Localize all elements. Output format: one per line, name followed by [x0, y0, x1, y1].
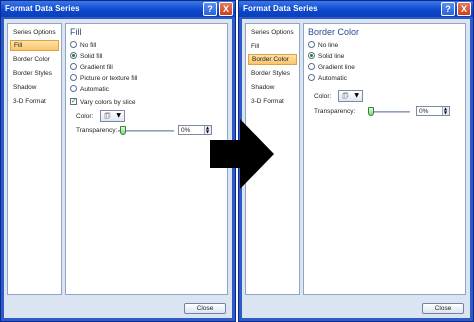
radio-icon	[70, 85, 77, 92]
radio-icon	[70, 41, 77, 48]
vary-colors-checkbox[interactable]: Vary colors by slice	[70, 97, 136, 107]
transparency-slider-thumb[interactable]	[120, 126, 126, 135]
transparency-slider-thumb[interactable]	[368, 107, 374, 116]
picture-texture-fill-radio[interactable]: Picture or texture fill	[70, 74, 137, 83]
nav-item-border-color[interactable]: Border Color	[10, 54, 59, 65]
checkbox-checked-icon	[70, 97, 77, 106]
close-window-button[interactable]: X	[219, 2, 233, 16]
paint-bucket-icon: 🗊	[104, 112, 111, 120]
nav-item-series-options[interactable]: Series Options	[10, 27, 59, 38]
radio-icon	[308, 41, 315, 48]
dialog-body: Series Options Fill Border Color Border …	[4, 19, 232, 318]
close-button[interactable]: Close	[184, 303, 226, 314]
radio-selected-icon	[308, 52, 315, 59]
automatic-radio[interactable]: Automatic	[70, 85, 109, 94]
nav-item-fill[interactable]: Fill	[248, 41, 297, 52]
gradient-fill-radio[interactable]: Gradient fill	[70, 63, 113, 72]
spin-down-icon[interactable]: ▼	[444, 111, 447, 115]
spin-buttons[interactable]: ▲ ▼	[442, 107, 449, 115]
no-fill-radio[interactable]: No fill	[70, 41, 96, 50]
category-list: Series Options Fill Border Color Border …	[7, 23, 62, 295]
transparency-label: Transparency:	[76, 127, 118, 134]
solid-fill-radio[interactable]: Solid fill	[70, 52, 102, 61]
nav-item-3d-format[interactable]: 3-D Format	[10, 96, 59, 107]
radio-icon	[308, 74, 315, 81]
color-label: Color:	[76, 113, 94, 120]
spin-down-icon[interactable]: ▼	[206, 130, 209, 134]
help-button[interactable]: ?	[441, 2, 455, 16]
nav-item-series-options[interactable]: Series Options	[248, 27, 297, 38]
close-button[interactable]: Close	[422, 303, 464, 314]
close-window-button[interactable]: X	[457, 2, 471, 16]
nav-item-shadow[interactable]: Shadow	[248, 82, 297, 93]
title-bar[interactable]: Format Data Series ? X	[239, 1, 473, 17]
color-label: Color:	[314, 93, 332, 100]
pane-heading: Fill	[70, 27, 82, 37]
right-arrow-icon	[210, 119, 274, 189]
help-button[interactable]: ?	[203, 2, 217, 16]
automatic-radio[interactable]: Automatic	[308, 74, 347, 83]
pane-heading: Border Color	[308, 27, 360, 37]
transparency-value: 0%	[419, 108, 429, 115]
nav-item-shadow[interactable]: Shadow	[10, 82, 59, 93]
nav-item-3d-format[interactable]: 3-D Format	[248, 96, 297, 107]
dialog-title: Format Data Series	[5, 4, 80, 13]
format-data-series-dialog-fill: Format Data Series ? X Series Options Fi…	[0, 0, 236, 322]
transparency-slider[interactable]	[370, 111, 410, 113]
transparency-value: 0%	[181, 127, 191, 134]
solid-line-radio[interactable]: Solid line	[308, 52, 344, 61]
dialog-title: Format Data Series	[243, 4, 318, 13]
color-picker-button[interactable]: 🗊 ▼	[338, 90, 363, 102]
radio-icon	[70, 63, 77, 70]
dialog-body: Series Options Fill Border Color Border …	[242, 19, 470, 318]
radio-icon	[308, 63, 315, 70]
transparency-spinner[interactable]: 0% ▲ ▼	[416, 106, 450, 116]
paint-bucket-icon: 🗊	[342, 92, 349, 100]
nav-item-fill[interactable]: Fill	[10, 40, 59, 51]
nav-item-border-styles[interactable]: Border Styles	[248, 68, 297, 79]
nav-item-border-color[interactable]: Border Color	[248, 54, 297, 65]
title-bar[interactable]: Format Data Series ? X	[1, 1, 235, 17]
transparency-label: Transparency:	[314, 108, 356, 115]
gradient-line-radio[interactable]: Gradient line	[308, 63, 355, 72]
border-color-pane: Border Color No line Solid line Gradient…	[303, 23, 466, 295]
no-line-radio[interactable]: No line	[308, 41, 338, 50]
fill-pane: Fill No fill Solid fill Gradient fill Pi…	[65, 23, 228, 295]
transparency-spinner[interactable]: 0% ▲ ▼	[178, 125, 212, 135]
radio-selected-icon	[70, 52, 77, 59]
color-picker-button[interactable]: 🗊 ▼	[100, 110, 125, 122]
radio-icon	[70, 74, 77, 81]
chevron-down-icon: ▼	[116, 112, 121, 119]
transparency-slider[interactable]	[118, 130, 174, 132]
chevron-down-icon: ▼	[354, 92, 359, 99]
nav-item-border-styles[interactable]: Border Styles	[10, 68, 59, 79]
